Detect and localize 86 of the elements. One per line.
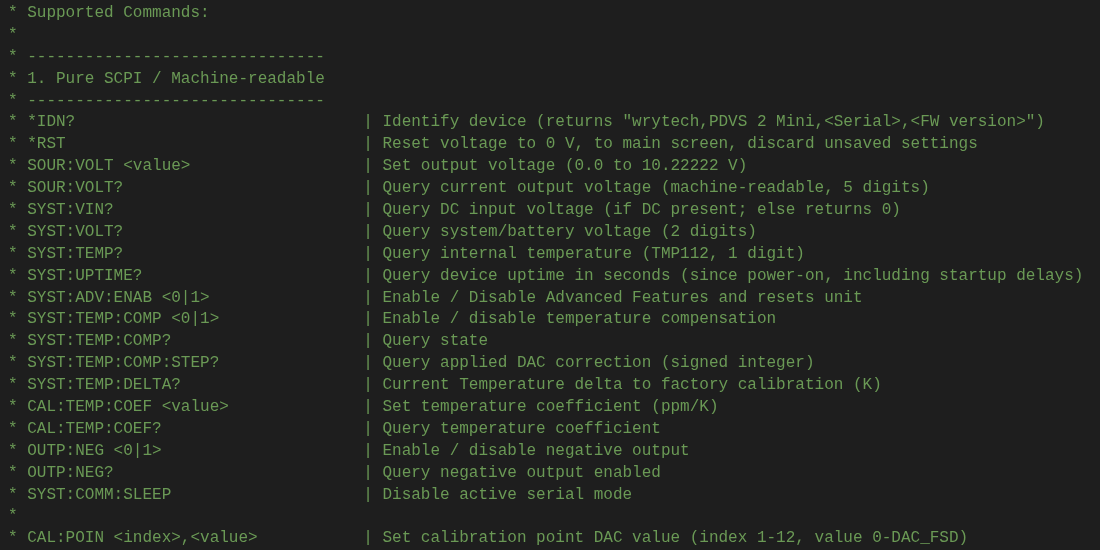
command-text: CAL:POIN <index>,<value> — [27, 529, 258, 548]
column-separator: | — [363, 463, 373, 482]
command-text: SYST:TEMP:COMP <0|1> — [27, 310, 220, 329]
description-text: Query temperature coefficient — [382, 418, 661, 440]
comment-marker: * — [8, 244, 18, 263]
command-text: OUTP:NEG? — [27, 463, 114, 482]
comment-marker: * — [8, 4, 18, 22]
comment-marker: * — [8, 529, 18, 548]
comment-text: ------------------------------- — [27, 90, 325, 112]
comment-marker: * — [8, 47, 18, 66]
column-separator: | — [363, 222, 373, 241]
command-text: SYST:UPTIME? — [27, 266, 143, 285]
comment-marker: * — [8, 201, 18, 219]
comment-marker: * — [8, 157, 18, 176]
command-text: SYST:TEMP? — [27, 244, 124, 263]
description-text: Enable / disable temperature compensation — [382, 309, 777, 331]
comment-marker: * — [8, 332, 18, 351]
comment-marker: * — [8, 69, 18, 88]
description-text: Enable / disable negative output — [382, 440, 690, 462]
command-text: SOUR:VOLT? — [27, 179, 124, 198]
column-separator: | — [363, 310, 373, 329]
comment-marker: * — [8, 485, 18, 504]
comment-marker: * — [8, 91, 18, 110]
description-text: Set temperature coefficient (ppm/K) — [382, 397, 719, 419]
command-text: SYST:ADV:ENAB <0|1> — [27, 288, 210, 307]
column-separator: | — [363, 354, 373, 373]
comment-marker: * — [8, 179, 18, 198]
column-separator: | — [363, 179, 373, 198]
comment-text: 1. Pure SCPI / Machine-readable — [27, 68, 325, 90]
description-text: Query internal temperature (TMP112, 1 digit) — [382, 243, 805, 265]
description-text: Query negative output enabled — [382, 462, 661, 484]
comment-marker: * — [8, 135, 18, 154]
column-separator: | — [363, 288, 373, 307]
comment-marker: * — [8, 310, 18, 329]
description-text: Reset voltage to 0 V, to main screen, discard unsaved settings — [382, 134, 978, 156]
comment-marker: * — [8, 288, 18, 307]
column-separator: | — [363, 398, 373, 417]
description-text: Query current output voltage (machine-readable, 5 digits) — [382, 178, 930, 200]
comment-marker: * — [8, 419, 18, 438]
command-text: SYST:TEMP:COMP? — [27, 332, 172, 351]
column-separator: | — [363, 529, 373, 548]
comment-marker: * — [8, 441, 18, 460]
comment-text: ------------------------------- — [27, 46, 325, 68]
command-text: *RST — [27, 135, 66, 154]
description-text: Disable active serial mode — [382, 484, 633, 506]
command-text: OUTP:NEG <0|1> — [27, 441, 162, 460]
comment-marker: * — [8, 398, 18, 417]
command-text: SYST:VOLT? — [27, 222, 124, 241]
column-separator: | — [363, 419, 373, 438]
column-separator: | — [363, 135, 373, 154]
description-text: Enable / Disable Advanced Features and resets unit — [382, 287, 863, 309]
command-text: SYST:TEMP:COMP:STEP? — [27, 354, 220, 373]
description-text: Current Temperature delta to factory calibration (K) — [382, 375, 882, 397]
column-separator: | — [363, 376, 373, 395]
command-text: SYST:VIN? — [27, 201, 114, 219]
column-separator: | — [363, 441, 373, 460]
column-separator: | — [363, 201, 373, 219]
comment-marker: * — [8, 463, 18, 482]
comment-marker: * — [8, 354, 18, 373]
comment-marker: * — [8, 25, 18, 44]
description-text: Set output voltage (0.0 to 10.22222 V) — [382, 156, 748, 178]
command-text: SOUR:VOLT <value> — [27, 157, 191, 176]
comment-marker: * — [8, 113, 18, 132]
column-separator: | — [363, 244, 373, 263]
comment-marker: * — [8, 376, 18, 395]
column-separator: | — [363, 332, 373, 351]
command-text: CAL:TEMP:COEF? — [27, 419, 162, 438]
comment-text: Supported Commands: — [27, 3, 210, 24]
description-text: Query applied DAC correction (signed integer) — [382, 353, 815, 375]
description-text: Set calibration point DAC value (index 1-12, value 0-DAC_FSD) — [382, 528, 969, 550]
command-text: CAL:TEMP:COEF <value> — [27, 398, 229, 417]
column-separator: | — [363, 157, 373, 176]
column-separator: | — [363, 113, 373, 132]
description-text: Identify device (returns "wrytech,PDVS 2 Mini,<Serial>,<FW version>") — [382, 112, 1045, 134]
description-text: Query state — [382, 331, 489, 353]
description-text: Query device uptime in seconds (since power-on, including startup delays) — [382, 265, 1084, 287]
command-text: SYST:COMM:SLEEP — [27, 485, 172, 504]
comment-marker: * — [8, 507, 18, 526]
command-text: SYST:TEMP:DELTA? — [27, 376, 181, 395]
comment-marker: * — [8, 222, 18, 241]
comment-marker: * — [8, 266, 18, 285]
description-text: Query system/battery voltage (2 digits) — [382, 221, 757, 243]
column-separator: | — [363, 266, 373, 285]
command-text: *IDN? — [27, 113, 76, 132]
description-text: Query DC input voltage (if DC present; else returns 0) — [382, 200, 901, 221]
column-separator: | — [363, 485, 373, 504]
